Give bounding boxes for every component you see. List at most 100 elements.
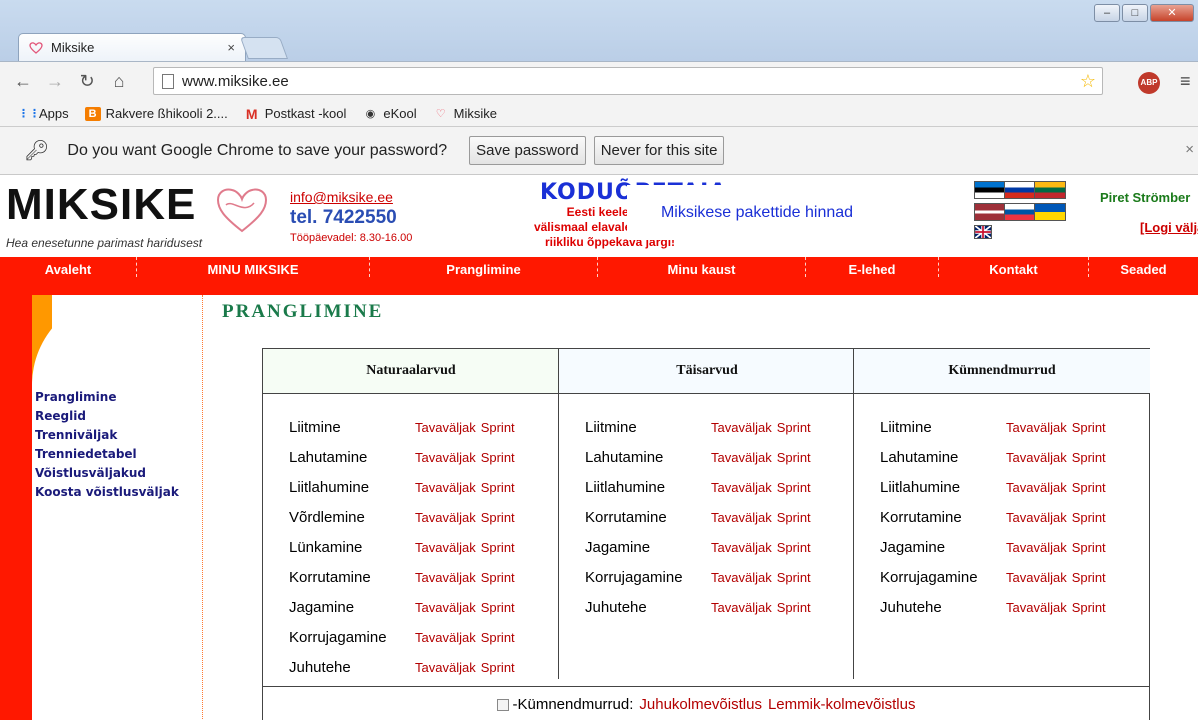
operation-name: Lahutamine	[585, 448, 664, 466]
never-save-button[interactable]: Never for this site	[593, 136, 725, 165]
sidebar-item-pranglimine[interactable]: Pranglimine	[35, 388, 179, 407]
minimize-button[interactable]: –	[1094, 4, 1120, 22]
normal-field-link[interactable]: Tavaväljak	[415, 570, 476, 585]
normal-field-link[interactable]: Tavaväljak	[1006, 420, 1067, 435]
normal-field-link[interactable]: Tavaväljak	[711, 450, 772, 465]
email-link[interactable]: info@miksike.ee	[290, 189, 393, 205]
sprint-link[interactable]: Sprint	[1072, 600, 1106, 615]
sprint-link[interactable]: Sprint	[1072, 510, 1106, 525]
normal-field-link[interactable]: Tavaväljak	[1006, 570, 1067, 585]
estonian-flag-icon[interactable]	[974, 181, 1006, 199]
sprint-link[interactable]: Sprint	[1072, 570, 1106, 585]
normal-field-link[interactable]: Tavaväljak	[1006, 600, 1067, 615]
normal-field-link[interactable]: Tavaväljak	[415, 600, 476, 615]
normal-field-link[interactable]: Tavaväljak	[415, 480, 476, 495]
nav-pranglimine[interactable]: Pranglimine	[370, 257, 598, 277]
back-arrow-icon[interactable]: ←	[14, 71, 32, 92]
chrome-menu-icon[interactable]: ≡	[1180, 71, 1191, 92]
forward-arrow-icon[interactable]: →	[46, 71, 64, 92]
maximize-button[interactable]: □	[1122, 4, 1148, 22]
random-triathlon-link[interactable]: Juhukolmevõistlus	[639, 696, 762, 713]
lithuanian-flag-icon[interactable]	[1034, 181, 1066, 199]
nav-kontakt[interactable]: Kontakt	[939, 257, 1089, 277]
normal-field-link[interactable]: Tavaväljak	[415, 660, 476, 675]
close-window-button[interactable]: ✕	[1150, 4, 1194, 22]
sprint-link[interactable]: Sprint	[777, 510, 811, 525]
nav-seaded[interactable]: Seaded	[1089, 257, 1198, 277]
logout-link[interactable]: [Logi välja]	[1140, 220, 1198, 235]
latvian-flag-icon[interactable]	[974, 203, 1006, 221]
normal-field-link[interactable]: Tavaväljak	[711, 480, 772, 495]
sprint-link[interactable]: Sprint	[1072, 420, 1106, 435]
address-bar[interactable]: www.miksike.ee ☆	[153, 67, 1103, 95]
sidebar-item-reeglid[interactable]: Reeglid	[35, 407, 179, 426]
normal-field-link[interactable]: Tavaväljak	[1006, 450, 1067, 465]
sidebar-item-koosta[interactable]: Koosta võistlusväljak	[35, 483, 179, 502]
normal-field-link[interactable]: Tavaväljak	[1006, 480, 1067, 495]
sprint-link[interactable]: Sprint	[481, 450, 515, 465]
sidebar-item-trennivaljak[interactable]: Trenniväljak	[35, 426, 179, 445]
bookmark-apps[interactable]: ⋮⋮ Apps	[18, 106, 69, 121]
normal-field-link[interactable]: Tavaväljak	[415, 630, 476, 645]
slovenian-flag-icon[interactable]	[1004, 203, 1036, 221]
kumnendmurrud-checkbox[interactable]	[496, 699, 509, 711]
normal-field-link[interactable]: Tavaväljak	[1006, 510, 1067, 525]
sprint-link[interactable]: Sprint	[1072, 450, 1106, 465]
infobar-question: Do you want Google Chrome to save your p…	[67, 141, 448, 159]
sprint-link[interactable]: Sprint	[777, 600, 811, 615]
sprint-link[interactable]: Sprint	[777, 480, 811, 495]
favorite-triathlon-link[interactable]: Lemmik-kolmevõistlus	[768, 696, 916, 713]
sprint-link[interactable]: Sprint	[481, 540, 515, 555]
sprint-link[interactable]: Sprint	[481, 420, 515, 435]
home-icon[interactable]: ⌂	[110, 71, 128, 92]
tab-close-icon[interactable]: ×	[227, 40, 235, 55]
nav-avaleht[interactable]: Avaleht	[0, 257, 137, 277]
normal-field-link[interactable]: Tavaväljak	[711, 510, 772, 525]
normal-field-link[interactable]: Tavaväljak	[711, 600, 772, 615]
bookmark-ekool[interactable]: ◉ eKool	[362, 106, 417, 121]
sprint-link[interactable]: Sprint	[481, 660, 515, 675]
sprint-link[interactable]: Sprint	[481, 600, 515, 615]
normal-field-link[interactable]: Tavaväljak	[415, 510, 476, 525]
sidebar-item-voistlusvaljakud[interactable]: Võistlusväljakud	[35, 464, 179, 483]
browser-tab[interactable]: Miksike ×	[18, 33, 246, 61]
operation-row: Korrujagamine Tavaväljak Sprint	[880, 562, 1111, 592]
normal-field-link[interactable]: Tavaväljak	[1006, 540, 1067, 555]
nav-minu-kaust[interactable]: Minu kaust	[598, 257, 806, 277]
sprint-link[interactable]: Sprint	[481, 480, 515, 495]
reload-icon[interactable]: ↻	[78, 71, 96, 92]
uk-flag-icon[interactable]	[974, 225, 992, 239]
sprint-link[interactable]: Sprint	[1072, 480, 1106, 495]
sprint-link[interactable]: Sprint	[481, 510, 515, 525]
normal-field-link[interactable]: Tavaväljak	[415, 420, 476, 435]
nav-minu-miksike[interactable]: MINU MIKSIKE	[137, 257, 370, 277]
bookmark-rakvere[interactable]: B Rakvere ßhikooli 2....	[84, 106, 228, 121]
russian-flag-icon[interactable]	[1004, 181, 1036, 199]
operation-name: Juhutehe	[585, 598, 647, 616]
infobar-close-icon[interactable]: ×	[1185, 141, 1194, 158]
normal-field-link[interactable]: Tavaväljak	[711, 420, 772, 435]
ukrainian-flag-icon[interactable]	[1034, 203, 1066, 221]
normal-field-link[interactable]: Tavaväljak	[415, 540, 476, 555]
sprint-link[interactable]: Sprint	[1072, 540, 1106, 555]
normal-field-link[interactable]: Tavaväljak	[711, 570, 772, 585]
bookmark-postkast[interactable]: M Postkast -kool	[244, 106, 347, 121]
sprint-link[interactable]: Sprint	[481, 630, 515, 645]
sprint-link[interactable]: Sprint	[777, 570, 811, 585]
nav-e-lehed[interactable]: E-lehed	[806, 257, 939, 277]
sprint-link[interactable]: Sprint	[777, 450, 811, 465]
normal-field-link[interactable]: Tavaväljak	[415, 450, 476, 465]
packages-link[interactable]: Miksikese pakettide hinnad	[627, 185, 887, 240]
sprint-link[interactable]: Sprint	[777, 540, 811, 555]
normal-field-link[interactable]: Tavaväljak	[711, 540, 772, 555]
new-tab-button[interactable]	[239, 37, 289, 59]
site-logo[interactable]: MIKSIKE	[6, 183, 196, 227]
sidebar-item-trenniedetabel[interactable]: Trenniedetabel	[35, 445, 179, 464]
adblock-plus-icon[interactable]: ABP	[1138, 72, 1160, 94]
bookmark-miksike[interactable]: ♡ Miksike	[433, 106, 497, 121]
apps-icon: ⋮⋮	[18, 107, 40, 120]
save-password-button[interactable]: Save password	[469, 136, 586, 165]
bookmark-star-icon[interactable]: ☆	[1080, 71, 1096, 92]
sprint-link[interactable]: Sprint	[777, 420, 811, 435]
sprint-link[interactable]: Sprint	[481, 570, 515, 585]
